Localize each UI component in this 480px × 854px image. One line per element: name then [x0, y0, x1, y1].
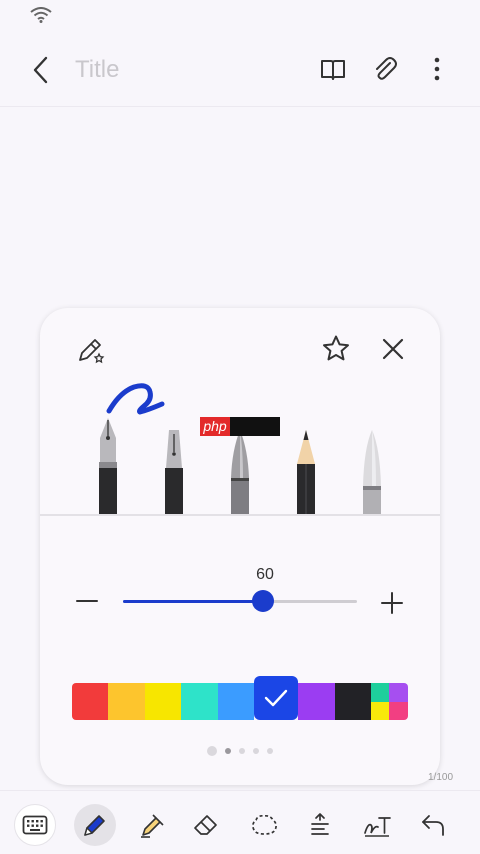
page-dot[interactable]	[239, 748, 245, 754]
color-swatch[interactable]	[144, 683, 182, 720]
watermark-text: php	[200, 417, 230, 436]
more-colors-quadrant	[389, 683, 408, 702]
attach-icon[interactable]	[370, 54, 400, 84]
color-swatch[interactable]	[334, 683, 371, 720]
keyboard-icon	[22, 815, 48, 835]
close-icon[interactable]	[378, 334, 408, 364]
color-swatch[interactable]	[72, 683, 109, 720]
undo-button[interactable]	[412, 804, 454, 846]
fountain-pen-icon[interactable]	[96, 418, 120, 514]
more-colors-quadrant	[370, 701, 390, 720]
more-colors-swatch[interactable]	[370, 683, 408, 720]
lasso-icon	[252, 814, 277, 835]
bottom-toolbar	[0, 796, 480, 854]
text-align-icon	[311, 813, 329, 835]
watermark-block	[230, 417, 280, 436]
status-bar	[0, 0, 480, 34]
calligraphy-pen-icon[interactable]	[162, 430, 186, 514]
app-header: Title	[0, 36, 480, 104]
selected-color-swatch[interactable]	[254, 676, 299, 720]
color-swatch[interactable]	[298, 683, 335, 720]
pen-tray-divider	[40, 514, 440, 516]
page-dot[interactable]	[267, 748, 273, 754]
toolbar-divider	[0, 790, 480, 791]
more-colors-quadrant	[370, 683, 390, 702]
highlighter-icon	[141, 814, 164, 838]
more-colors-quadrant	[389, 701, 408, 720]
pencil-icon[interactable]	[294, 430, 318, 514]
palette-settings-dot[interactable]	[207, 746, 217, 756]
book-view-icon[interactable]	[318, 54, 348, 84]
pen-size-slider-fill	[123, 600, 263, 603]
pen-settings-panel: php 60	[40, 308, 440, 785]
color-swatch[interactable]	[217, 683, 255, 720]
page-dot[interactable]	[225, 748, 231, 754]
color-palette	[72, 676, 408, 720]
eraser-button[interactable]	[185, 804, 227, 846]
keyboard-button[interactable]	[14, 804, 56, 846]
color-swatch[interactable]	[181, 683, 218, 720]
header-divider	[0, 106, 480, 107]
text-align-button[interactable]	[299, 804, 341, 846]
watermark: php	[200, 417, 280, 436]
pen-preview-stroke	[106, 383, 165, 415]
pen-size-slider-thumb[interactable]	[252, 590, 274, 612]
checkmark-icon	[264, 689, 288, 707]
decrease-size-icon[interactable]	[76, 594, 98, 608]
palette-page-indicator	[40, 746, 440, 756]
pen-size-slider[interactable]	[123, 590, 357, 612]
wifi-icon	[30, 7, 52, 23]
lasso-select-button[interactable]	[243, 804, 285, 846]
color-swatch[interactable]	[108, 683, 145, 720]
increase-size-icon[interactable]	[380, 591, 404, 615]
title-field[interactable]: Title	[75, 56, 119, 84]
marker-icon[interactable]	[360, 430, 384, 514]
pen-settings-icon[interactable]	[74, 334, 106, 366]
color-swatch[interactable]	[254, 676, 299, 720]
pen-size-value: 60	[256, 566, 274, 583]
pen-tool-button[interactable]	[74, 804, 116, 846]
page-dot[interactable]	[253, 748, 259, 754]
handwriting-text-icon	[364, 817, 391, 837]
more-options-icon[interactable]	[422, 54, 452, 84]
eraser-icon	[194, 815, 217, 835]
back-icon[interactable]	[28, 54, 56, 86]
pen-tool-icon	[84, 815, 105, 836]
favorite-star-icon[interactable]	[320, 333, 352, 365]
handwriting-to-text-button[interactable]	[356, 804, 398, 846]
undo-icon	[422, 815, 444, 836]
highlighter-button[interactable]	[131, 804, 173, 846]
page-counter: 1/100	[428, 772, 454, 783]
brush-pen-icon[interactable]	[228, 430, 252, 514]
